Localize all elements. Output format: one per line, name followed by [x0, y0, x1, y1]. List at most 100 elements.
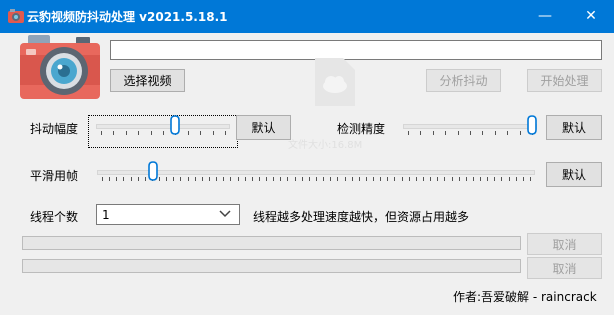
cancel-button-2[interactable]: 取消 — [527, 257, 602, 279]
detect-precision-default-button[interactable]: 默认 — [546, 115, 602, 140]
smooth-frames-label: 平滑用帧 — [30, 169, 79, 183]
title-bar: 云豹视频防抖动处理 v2021.5.18.1 — ✕ — [0, 0, 614, 33]
detect-precision-slider[interactable] — [403, 115, 537, 141]
slider-tick — [126, 131, 127, 135]
author-label: 作者:吾爱破解 - raincrack — [453, 290, 597, 304]
threads-label: 线程个数 — [30, 210, 79, 224]
slider-tick — [330, 177, 331, 181]
slider-tick — [433, 131, 434, 135]
slider-tick — [516, 177, 517, 181]
slider-tick — [188, 177, 189, 181]
chevron-down-icon — [219, 210, 231, 218]
shake-amplitude-slider[interactable] — [96, 115, 230, 141]
minimize-button[interactable]: — — [522, 0, 568, 33]
slider-tick — [266, 177, 267, 181]
threads-select[interactable]: 1 — [96, 204, 240, 225]
slider-tick — [151, 131, 152, 135]
slider-track — [97, 170, 535, 175]
slider-tick — [102, 177, 103, 181]
slider-tick — [188, 131, 189, 135]
slider-tick — [238, 177, 239, 181]
smooth-frames-default-button[interactable]: 默认 — [546, 162, 602, 187]
slider-tick — [530, 177, 531, 181]
smooth-frames-slider[interactable] — [97, 161, 535, 187]
slider-tick — [337, 177, 338, 181]
slider-tick — [273, 177, 274, 181]
slider-tick — [423, 177, 424, 181]
slider-tick — [359, 177, 360, 181]
slider-tick — [109, 177, 110, 181]
slider-tick — [394, 177, 395, 181]
file-size-watermark: 文件大小:16.8M — [288, 140, 363, 151]
slider-track — [96, 124, 230, 129]
slider-tick — [159, 177, 160, 181]
slider-tick — [520, 131, 521, 135]
slider-tick — [480, 177, 481, 181]
slider-tick — [352, 177, 353, 181]
slider-tick — [452, 177, 453, 181]
slider-tick — [252, 177, 253, 181]
slider-tick — [213, 131, 214, 135]
slider-tick — [459, 177, 460, 181]
slider-tick — [323, 177, 324, 181]
slider-thumb[interactable] — [148, 161, 158, 181]
slider-tick — [230, 177, 231, 181]
slider-tick — [470, 131, 471, 135]
slider-tick — [316, 177, 317, 181]
slider-tick — [380, 177, 381, 181]
slider-tick — [116, 177, 117, 181]
slider-tick — [166, 177, 167, 181]
slider-tick — [444, 177, 445, 181]
progress-bar-1 — [22, 236, 521, 250]
slider-tick — [280, 177, 281, 181]
close-button[interactable]: ✕ — [568, 0, 614, 33]
slider-tick — [200, 131, 201, 135]
start-processing-button[interactable]: 开始处理 — [527, 69, 602, 92]
slider-tick — [482, 131, 483, 135]
slider-ticks — [403, 131, 537, 136]
slider-tick — [507, 131, 508, 135]
slider-tick — [101, 131, 102, 135]
window-title: 云豹视频防抖动处理 v2021.5.18.1 — [27, 10, 228, 24]
slider-tick — [445, 131, 446, 135]
threads-note: 线程越多处理速度越快，但资源占用越多 — [253, 210, 470, 224]
camera-icon — [20, 35, 100, 99]
select-video-button[interactable]: 选择视频 — [110, 69, 185, 92]
slider-tick — [523, 177, 524, 181]
slider-tick — [302, 177, 303, 181]
slider-tick — [123, 177, 124, 181]
slider-tick — [131, 177, 132, 181]
detect-precision-label: 检测精度 — [337, 122, 386, 136]
slider-tick — [387, 177, 388, 181]
slider-tick — [409, 177, 410, 181]
slider-tick — [509, 177, 510, 181]
slider-tick — [195, 177, 196, 181]
slider-tick — [402, 177, 403, 181]
main-panel: 文件大小:16.8M 选择视频 分析抖动 开始处理 抖动幅度 默认 检测精度 默… — [0, 33, 614, 315]
cloud-file-icon — [315, 58, 355, 106]
slider-tick — [245, 177, 246, 181]
slider-tick — [408, 131, 409, 135]
cancel-button-1[interactable]: 取消 — [527, 233, 602, 255]
progress-bar-2 — [22, 259, 521, 273]
slider-tick — [180, 177, 181, 181]
shake-amplitude-default-button[interactable]: 默认 — [236, 115, 291, 140]
slider-tick — [163, 131, 164, 135]
slider-thumb[interactable] — [527, 115, 537, 135]
analyze-shake-button[interactable]: 分析抖动 — [426, 69, 501, 92]
slider-tick — [223, 177, 224, 181]
slider-tick — [202, 177, 203, 181]
slider-tick — [138, 177, 139, 181]
slider-tick — [430, 177, 431, 181]
slider-tick — [420, 131, 421, 135]
app-icon — [8, 9, 24, 23]
slider-tick — [495, 131, 496, 135]
slider-tick — [209, 177, 210, 181]
slider-thumb[interactable] — [170, 115, 180, 135]
slider-tick — [113, 131, 114, 135]
threads-value: 1 — [102, 208, 110, 222]
slider-tick — [345, 177, 346, 181]
slider-tick — [173, 177, 174, 181]
slider-tick — [473, 177, 474, 181]
slider-tick — [366, 177, 367, 181]
